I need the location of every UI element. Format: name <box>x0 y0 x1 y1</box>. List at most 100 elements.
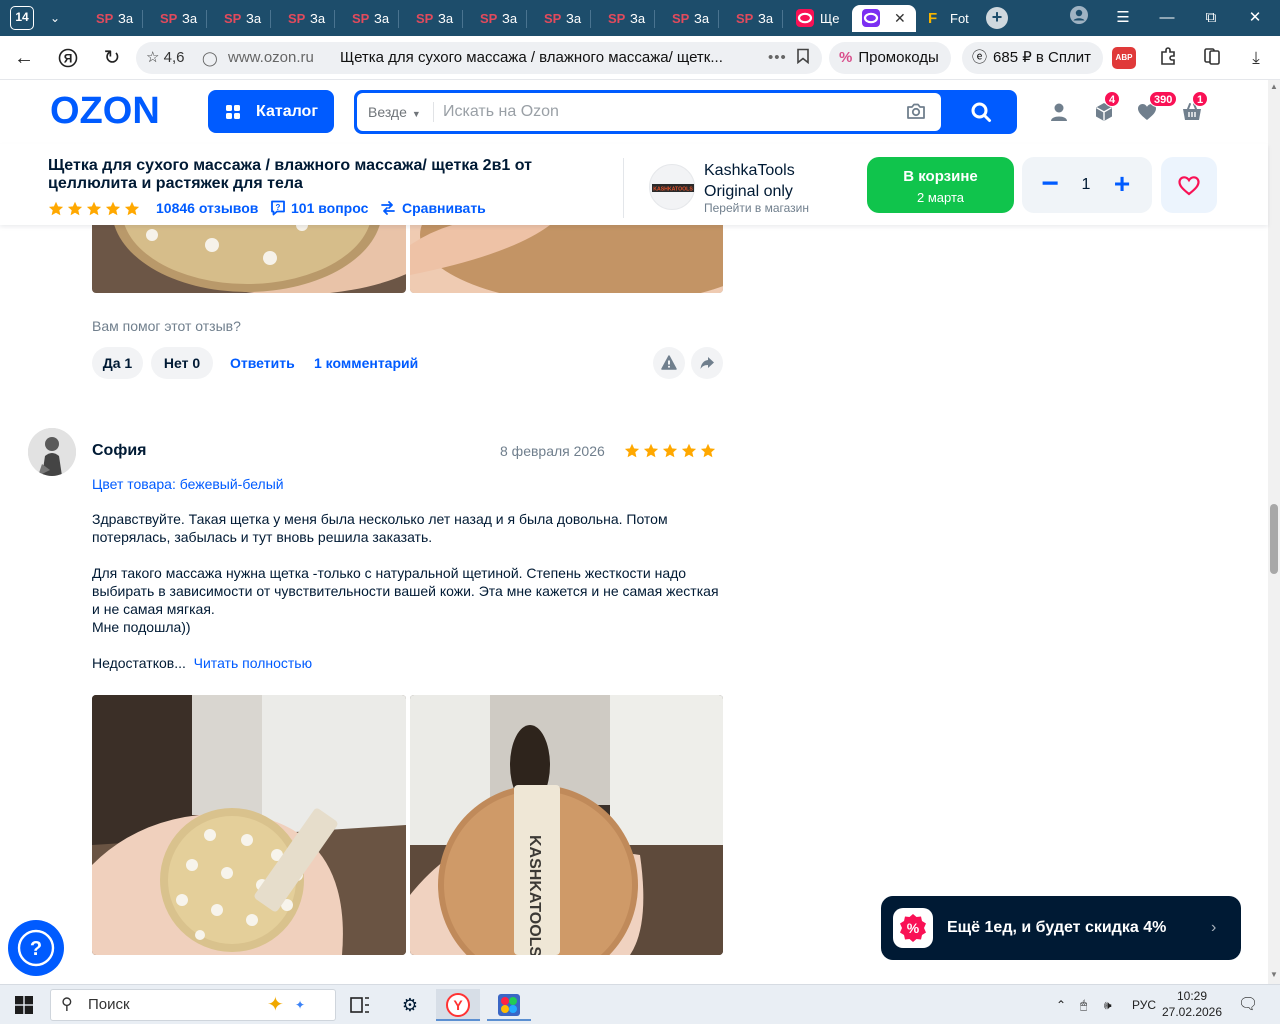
browser-tab[interactable]: SP За <box>720 5 782 32</box>
browser-tab[interactable]: SP За <box>144 5 206 32</box>
review-photo[interactable]: KASHKATOOLS <box>410 695 723 955</box>
helpful-yes-button[interactable]: Да 1 <box>92 347 143 379</box>
star-icon <box>700 443 716 459</box>
task-view-icon[interactable] <box>338 989 382 1021</box>
yandex-browser-taskbar-icon[interactable]: Y <box>436 989 480 1021</box>
browser-tab[interactable]: F Fot <box>920 5 982 32</box>
quantity-value: 1 <box>1081 176 1091 193</box>
product-variant-link[interactable]: Цвет товара: бежевый-белый <box>92 476 284 492</box>
taskbar-search[interactable]: ⚲ Поиск ✦ ✦ <box>50 989 336 1021</box>
avatar[interactable] <box>28 428 76 476</box>
scroll-down-arrow-icon[interactable]: ▼ <box>1270 970 1278 979</box>
browser-tab[interactable]: SP За <box>592 5 654 32</box>
reviews-count-link[interactable]: 10846 отзывов <box>156 200 258 216</box>
tray-overflow-chevron-icon[interactable]: ⌃ <box>1056 985 1066 1025</box>
app-taskbar-icon[interactable] <box>487 989 531 1021</box>
back-arrow-icon[interactable]: ← <box>10 44 38 72</box>
comments-link[interactable]: 1 комментарий <box>314 355 418 371</box>
increase-quantity-button[interactable]: + <box>1108 169 1136 201</box>
cart-basket-icon[interactable]: 1 <box>1180 91 1209 125</box>
compare-link[interactable]: Сравнивать <box>380 200 486 216</box>
browser-tab[interactable]: SP За <box>528 5 590 32</box>
minimize-icon[interactable]: — <box>1154 5 1180 31</box>
questions-link[interactable]: ? 101 вопрос <box>270 200 368 216</box>
favorites-heart-icon[interactable]: 390 <box>1135 91 1178 125</box>
browser-menu-icon[interactable]: ☰ <box>1110 5 1136 31</box>
close-tab-icon[interactable]: ✕ <box>894 5 906 32</box>
settings-gear-icon[interactable]: ⚙ <box>388 989 432 1021</box>
browser-tab[interactable]: Ще <box>786 5 848 32</box>
add-to-favorites-button[interactable] <box>1161 157 1217 213</box>
scroll-up-arrow-icon[interactable]: ▲ <box>1270 82 1278 91</box>
search-button[interactable] <box>946 90 1017 134</box>
notifications-icon[interactable]: 🗨 <box>1238 985 1258 1025</box>
tab-favicon: SP <box>224 11 242 26</box>
in-cart-button[interactable]: В корзине 2 марта <box>867 157 1014 213</box>
scrollbar-thumb[interactable] <box>1270 504 1278 574</box>
more-dots-icon[interactable]: ••• <box>768 42 787 74</box>
review-photo[interactable] <box>410 225 723 293</box>
review-text-paragraph: Мне подошла)) <box>92 619 191 635</box>
camera-search-icon[interactable] <box>905 102 927 122</box>
catalog-button[interactable]: Каталог <box>208 90 334 133</box>
decrease-quantity-button[interactable]: − <box>1036 169 1064 201</box>
star-icon <box>67 201 83 217</box>
promocodes-button[interactable]: % Промокоды <box>829 42 951 74</box>
browser-tab-active[interactable]: ✕ <box>852 5 916 32</box>
tab-count-button[interactable]: 14 <box>10 6 34 30</box>
review-photo[interactable] <box>92 695 406 955</box>
orders-box-icon[interactable]: 4 <box>1092 91 1121 125</box>
review-author[interactable]: София <box>92 442 147 460</box>
seller-name[interactable]: KashkaTools Original only <box>704 160 814 202</box>
page-scrollbar[interactable]: ▲ ▼ <box>1268 80 1280 984</box>
split-button[interactable]: ⓔ 685 ₽ в Сплит <box>962 42 1104 74</box>
adblock-plus-icon[interactable]: ABP <box>1112 47 1136 69</box>
user-account-icon[interactable] <box>1047 101 1071 125</box>
tab-title: За <box>438 11 454 26</box>
browser-tab[interactable]: SP За <box>400 5 462 32</box>
connection-shield-icon[interactable]: ◯ <box>202 42 218 74</box>
reply-link[interactable]: Ответить <box>230 355 295 371</box>
profile-icon[interactable] <box>1066 5 1092 31</box>
search-scope-select[interactable]: Везде ▼ <box>368 93 421 133</box>
browser-tab[interactable]: SP За <box>272 5 334 32</box>
site-rating[interactable]: ☆ 4,6 <box>146 42 184 74</box>
extensions-puzzle-icon[interactable] <box>1156 46 1180 70</box>
report-button[interactable] <box>653 347 685 379</box>
browser-tab[interactable]: SP За <box>80 5 142 32</box>
orders-badge: 4 <box>1104 91 1121 107</box>
go-to-store-link[interactable]: Перейти в магазин <box>704 201 809 215</box>
browser-tab[interactable]: SP За <box>336 5 398 32</box>
collections-icon[interactable] <box>1200 46 1224 70</box>
new-tab-button[interactable]: + <box>986 7 1008 29</box>
volume-icon[interactable]: 🕪 <box>1104 985 1112 1025</box>
browser-tab[interactable]: SP За <box>208 5 270 32</box>
downloads-icon[interactable]: ⤓ <box>1244 46 1268 70</box>
search-input[interactable] <box>441 93 881 131</box>
read-more-link[interactable]: Читать полностью <box>194 655 312 671</box>
network-icon[interactable]: 🖱 <box>1080 985 1087 1025</box>
tab-list-chevron-icon[interactable]: ⌄ <box>42 6 68 30</box>
browser-tab[interactable]: SP За <box>464 5 526 32</box>
yandex-logo-icon[interactable]: Я <box>54 44 82 72</box>
reload-icon[interactable]: ↻ <box>98 44 126 72</box>
review-photo[interactable] <box>92 225 406 293</box>
url-field[interactable]: ☆ 4,6 ◯ www.ozon.ru Щетка для сухого мас… <box>136 42 822 74</box>
taskbar-clock[interactable]: 10:29 27.02.2026 <box>1160 988 1224 1020</box>
product-rating-stars[interactable] <box>48 201 143 217</box>
windows-start-icon[interactable] <box>2 989 46 1021</box>
chevron-down-icon: ▼ <box>411 109 421 119</box>
seller-logo[interactable]: KASHKATOOLS <box>649 164 695 210</box>
bookmark-icon[interactable] <box>796 42 810 74</box>
tab-favicon: SP <box>672 11 690 26</box>
restore-window-icon[interactable]: ⧉ <box>1198 5 1224 31</box>
discount-promo-toast[interactable]: % Ещё 1ед, и будет скидка 4% › <box>881 896 1241 960</box>
share-button[interactable] <box>691 347 723 379</box>
ozon-logo[interactable]: OZON <box>50 90 160 133</box>
close-window-icon[interactable]: ✕ <box>1242 5 1268 31</box>
star-icon <box>681 443 697 459</box>
input-language[interactable]: РУС <box>1132 985 1156 1025</box>
browser-tab[interactable]: SP За <box>656 5 718 32</box>
help-question-button[interactable]: ? <box>8 920 64 976</box>
helpful-no-button[interactable]: Нет 0 <box>151 347 213 379</box>
